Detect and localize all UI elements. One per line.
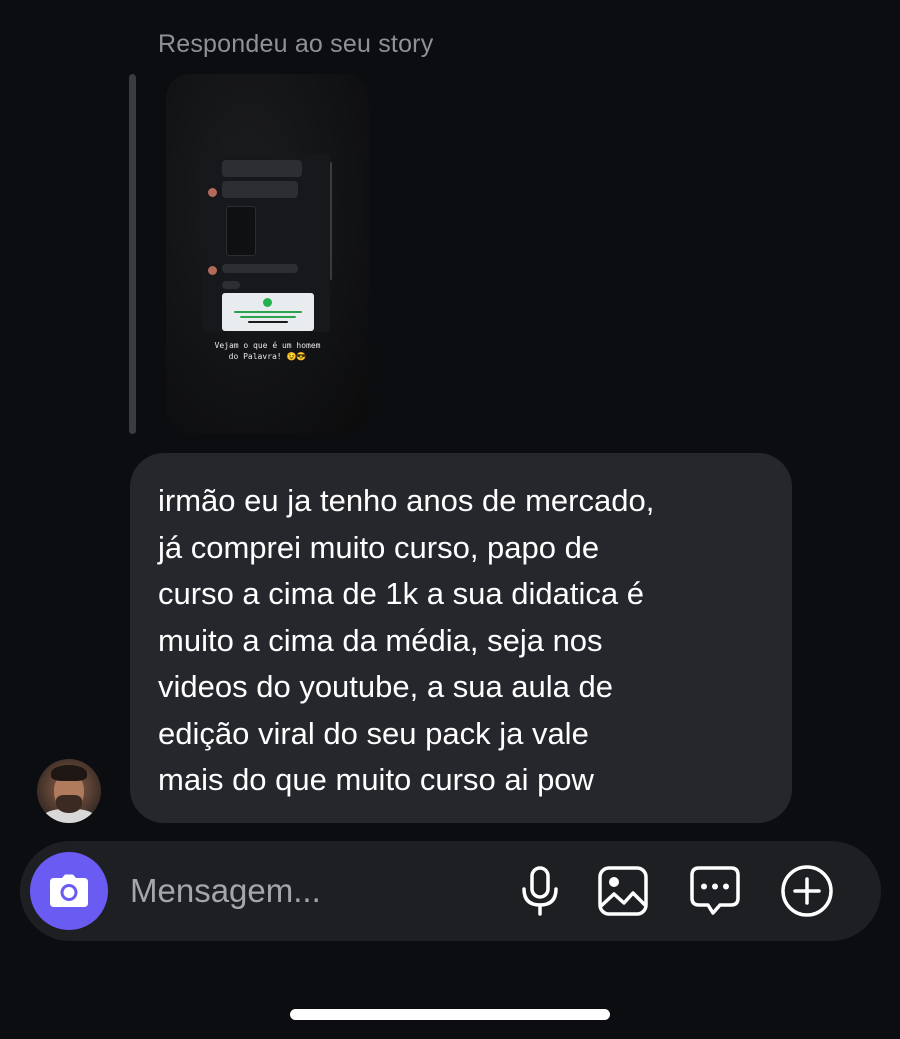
microphone-icon xyxy=(522,866,558,916)
camera-icon xyxy=(50,874,88,907)
mini-text-line xyxy=(248,321,288,323)
image-icon xyxy=(598,866,648,916)
mini-payment-card xyxy=(222,293,314,331)
reply-indicator-bar xyxy=(129,74,136,434)
story-thumbnail[interactable]: Vejam o que é um homem do Palavra! 😉😎 xyxy=(166,74,369,434)
mini-message-bubble xyxy=(222,281,240,289)
message-composer xyxy=(20,841,881,941)
avatar-beard xyxy=(56,795,82,813)
mini-message-bubble xyxy=(222,264,298,273)
gallery-button[interactable] xyxy=(595,863,651,919)
home-indicator[interactable] xyxy=(290,1009,610,1020)
mini-scrollbar xyxy=(330,162,332,280)
more-options-button[interactable] xyxy=(779,863,835,919)
mini-avatar xyxy=(208,266,217,275)
story-screenshot-preview xyxy=(202,154,332,332)
mini-avatar xyxy=(208,188,217,197)
mini-text-line xyxy=(234,311,302,313)
story-caption: Vejam o que é um homem do Palavra! 😉😎 xyxy=(214,341,321,361)
plus-icon xyxy=(781,865,833,917)
mini-story-thumbnail xyxy=(226,206,256,256)
mini-message-bubble xyxy=(222,181,298,198)
microphone-button[interactable] xyxy=(512,863,568,919)
check-icon xyxy=(263,298,272,307)
mini-text-line xyxy=(240,316,296,318)
mini-message-bubble xyxy=(222,160,302,177)
camera-button[interactable] xyxy=(30,852,108,930)
chat-screen: Respondeu ao seu story Vejam o que é um … xyxy=(0,0,900,1039)
sender-avatar[interactable] xyxy=(37,759,101,823)
story-reply-label: Respondeu ao seu story xyxy=(158,30,434,58)
message-text: irmão eu ja tenho anos de mercado, já co… xyxy=(158,483,655,797)
sticker-button[interactable] xyxy=(687,863,743,919)
avatar-hair xyxy=(51,765,87,781)
message-bubble[interactable]: irmão eu ja tenho anos de mercado, já co… xyxy=(130,453,792,823)
message-input[interactable] xyxy=(130,867,490,915)
sticker-icon xyxy=(690,866,740,915)
